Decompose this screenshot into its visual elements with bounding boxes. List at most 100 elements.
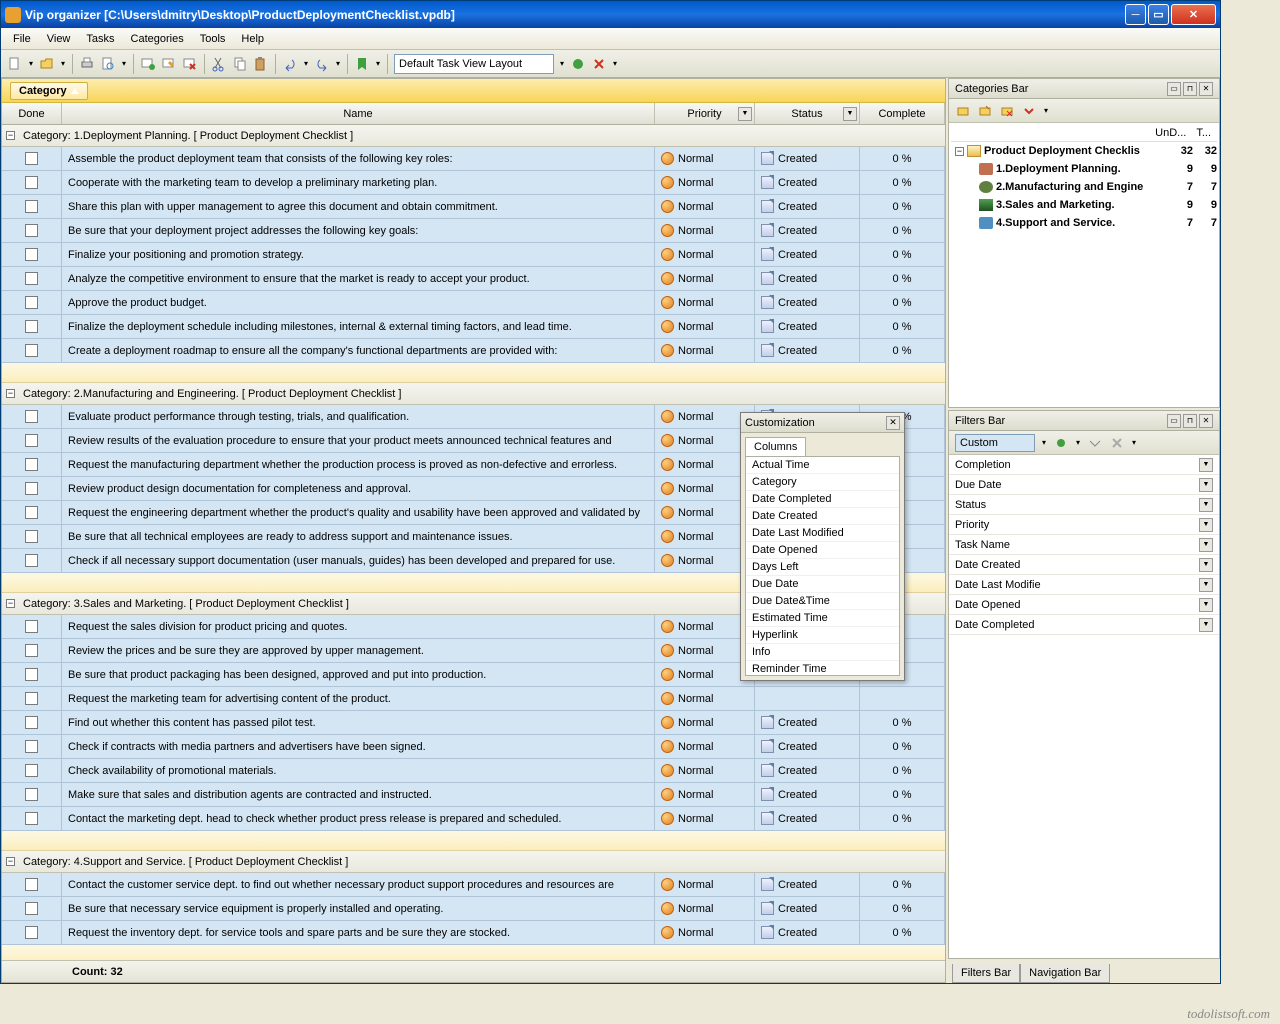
task-row[interactable]: Finalize the deployment schedule includi… bbox=[2, 315, 945, 339]
done-checkbox[interactable] bbox=[25, 926, 38, 939]
panel-close-icon[interactable]: ✕ bbox=[1199, 414, 1213, 428]
done-checkbox[interactable] bbox=[25, 878, 38, 891]
task-row[interactable]: Analyze the competitive environment to e… bbox=[2, 267, 945, 291]
paste-icon[interactable] bbox=[251, 54, 271, 74]
task-row[interactable]: Be sure that your deployment project add… bbox=[2, 219, 945, 243]
edit-task-icon[interactable] bbox=[159, 54, 179, 74]
customization-item[interactable]: Category bbox=[746, 474, 899, 491]
panel-restore-icon[interactable]: ▭ bbox=[1167, 82, 1181, 96]
category-tree[interactable]: UnD... T... −Product Deployment Checklis… bbox=[949, 123, 1219, 407]
done-checkbox[interactable] bbox=[25, 740, 38, 753]
customization-popup[interactable]: Customization ✕ Columns Actual TimeCateg… bbox=[740, 412, 905, 681]
redo-dropdown[interactable]: ▾ bbox=[333, 59, 343, 68]
filter-item[interactable]: Task Name▼ bbox=[949, 535, 1219, 555]
menu-tools[interactable]: Tools bbox=[192, 31, 234, 47]
customization-item[interactable]: Date Completed bbox=[746, 491, 899, 508]
customization-item[interactable]: Reminder Time bbox=[746, 661, 899, 676]
customization-tab-columns[interactable]: Columns bbox=[745, 437, 806, 456]
done-checkbox[interactable] bbox=[25, 434, 38, 447]
done-checkbox[interactable] bbox=[25, 764, 38, 777]
done-checkbox[interactable] bbox=[25, 458, 38, 471]
done-checkbox[interactable] bbox=[25, 668, 38, 681]
filter-status-icon[interactable]: ▼ bbox=[843, 107, 857, 121]
filter-delete-icon[interactable] bbox=[1107, 433, 1127, 453]
cat-edit-icon[interactable] bbox=[975, 101, 995, 121]
done-checkbox[interactable] bbox=[25, 482, 38, 495]
menu-file[interactable]: File bbox=[5, 31, 39, 47]
copy-icon[interactable] bbox=[230, 54, 250, 74]
task-row[interactable]: Contact the marketing dept. head to chec… bbox=[2, 807, 945, 831]
done-checkbox[interactable] bbox=[25, 554, 38, 567]
tree-collapse-icon[interactable]: − bbox=[955, 147, 964, 156]
customization-item[interactable]: Actual Time bbox=[746, 457, 899, 474]
task-row[interactable]: Create a deployment roadmap to ensure al… bbox=[2, 339, 945, 363]
tree-item[interactable]: −Product Deployment Checklis3232 bbox=[951, 142, 1217, 160]
filter-dropdown-icon[interactable]: ▼ bbox=[1199, 558, 1213, 572]
done-checkbox[interactable] bbox=[25, 152, 38, 165]
task-row[interactable]: Contact the customer service dept. to fi… bbox=[2, 873, 945, 897]
task-row[interactable]: Approve the product budget.NormalCreated… bbox=[2, 291, 945, 315]
customization-item[interactable]: Date Created bbox=[746, 508, 899, 525]
filter-save-dropdown[interactable]: ▾ bbox=[1073, 438, 1083, 447]
customization-item[interactable]: Days Left bbox=[746, 559, 899, 576]
cut-icon[interactable] bbox=[209, 54, 229, 74]
done-checkbox[interactable] bbox=[25, 692, 38, 705]
category-row[interactable]: −Category: 1.Deployment Planning. [ Prod… bbox=[2, 125, 945, 147]
redo-icon[interactable] bbox=[312, 54, 332, 74]
filter-clear-icon[interactable] bbox=[1085, 433, 1105, 453]
cat-collapse-icon[interactable] bbox=[1019, 101, 1039, 121]
task-row[interactable]: Request the inventory dept. for service … bbox=[2, 921, 945, 945]
done-checkbox[interactable] bbox=[25, 224, 38, 237]
done-checkbox[interactable] bbox=[25, 644, 38, 657]
done-checkbox[interactable] bbox=[25, 344, 38, 357]
collapse-icon[interactable]: − bbox=[6, 131, 15, 140]
menu-tasks[interactable]: Tasks bbox=[78, 31, 122, 47]
new-task-icon[interactable] bbox=[138, 54, 158, 74]
task-row[interactable]: Share this plan with upper management to… bbox=[2, 195, 945, 219]
cat-delete-icon[interactable] bbox=[997, 101, 1017, 121]
filter-priority-icon[interactable]: ▼ bbox=[738, 107, 752, 121]
new-doc-dropdown[interactable]: ▾ bbox=[26, 59, 36, 68]
col-name[interactable]: Name bbox=[62, 103, 655, 124]
open-icon[interactable] bbox=[37, 54, 57, 74]
done-checkbox[interactable] bbox=[25, 716, 38, 729]
task-row[interactable]: Cooperate with the marketing team to dev… bbox=[2, 171, 945, 195]
filter-dropdown-icon[interactable]: ▼ bbox=[1199, 518, 1213, 532]
filter-item[interactable]: Priority▼ bbox=[949, 515, 1219, 535]
customization-item[interactable]: Estimated Time bbox=[746, 610, 899, 627]
done-checkbox[interactable] bbox=[25, 176, 38, 189]
done-checkbox[interactable] bbox=[25, 530, 38, 543]
task-row[interactable]: Finalize your positioning and promotion … bbox=[2, 243, 945, 267]
task-row[interactable]: Find out whether this content has passed… bbox=[2, 711, 945, 735]
filter-dropdown-icon[interactable]: ▼ bbox=[1199, 498, 1213, 512]
preview-dropdown[interactable]: ▾ bbox=[119, 59, 129, 68]
done-checkbox[interactable] bbox=[25, 410, 38, 423]
layout-delete-icon[interactable] bbox=[589, 54, 609, 74]
filter-dropdown-icon[interactable]: ▼ bbox=[1199, 458, 1213, 472]
tree-item[interactable]: 1.Deployment Planning.99 bbox=[951, 160, 1217, 178]
done-checkbox[interactable] bbox=[25, 812, 38, 825]
tree-item[interactable]: 3.Sales and Marketing.99 bbox=[951, 196, 1217, 214]
filter-dropdown-icon[interactable]: ▼ bbox=[1199, 618, 1213, 632]
category-row[interactable]: −Category: 2.Manufacturing and Engineeri… bbox=[2, 383, 945, 405]
delete-task-icon[interactable] bbox=[180, 54, 200, 74]
filter-preset-select[interactable] bbox=[955, 434, 1035, 452]
col-priority[interactable]: Priority▼ bbox=[655, 103, 755, 124]
col-done[interactable]: Done bbox=[2, 103, 62, 124]
task-row[interactable]: Assemble the product deployment team tha… bbox=[2, 147, 945, 171]
undo-dropdown[interactable]: ▾ bbox=[301, 59, 311, 68]
filter-item[interactable]: Date Completed▼ bbox=[949, 615, 1219, 635]
task-row[interactable]: Check if contracts with media partners a… bbox=[2, 735, 945, 759]
panel-pin-icon[interactable]: ⊓ bbox=[1183, 414, 1197, 428]
preview-icon[interactable] bbox=[98, 54, 118, 74]
done-checkbox[interactable] bbox=[25, 272, 38, 285]
task-row[interactable]: Check availability of promotional materi… bbox=[2, 759, 945, 783]
layout-save-icon[interactable] bbox=[568, 54, 588, 74]
filter-dropdown-icon[interactable]: ▼ bbox=[1199, 538, 1213, 552]
filter-item[interactable]: Completion▼ bbox=[949, 455, 1219, 475]
collapse-icon[interactable]: − bbox=[6, 599, 15, 608]
customization-item[interactable]: Due Date&Time bbox=[746, 593, 899, 610]
filter-dropdown-icon[interactable]: ▼ bbox=[1199, 578, 1213, 592]
task-row[interactable]: Request the marketing team for advertisi… bbox=[2, 687, 945, 711]
panel-restore-icon[interactable]: ▭ bbox=[1167, 414, 1181, 428]
